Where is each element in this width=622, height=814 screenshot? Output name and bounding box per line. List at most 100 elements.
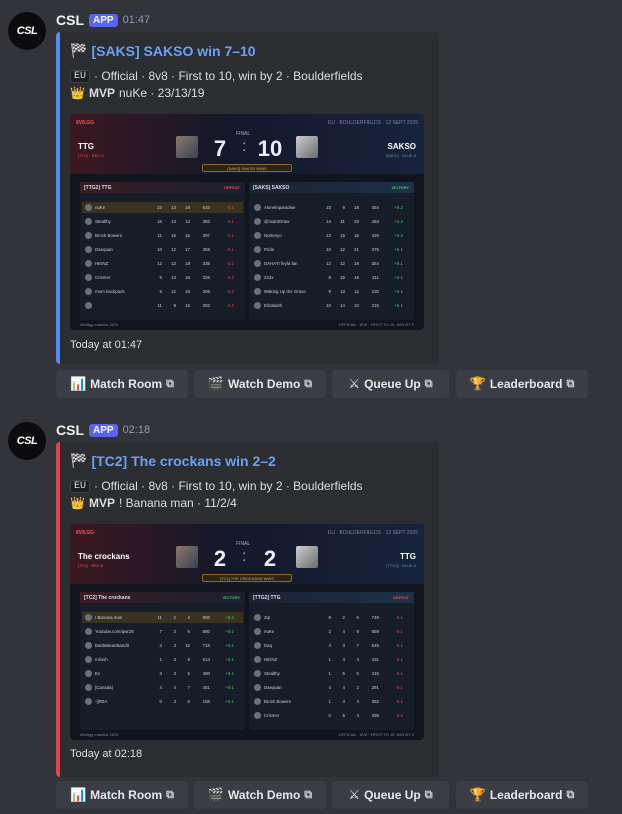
player-row[interactable]: @mak3Draw 14 11 23 484 +0.2	[251, 216, 412, 227]
right-result-badge: DEFEAT	[393, 595, 409, 600]
player-avatar	[254, 698, 261, 705]
bar-chart-icon: 📊	[69, 787, 87, 802]
player-row[interactable]: [Canada] 4 4 7 451 +0.1	[82, 682, 243, 693]
right-team-table: [SAKS] SAKSO VICTORY Alonelnparadise 23 9 18 4…	[249, 182, 414, 320]
player-row[interactable]: HEINZ 1 4 4 431 -0.1	[251, 654, 412, 665]
player-row[interactable]: mom backpack 9 12 18 306 -0.2	[82, 286, 243, 297]
embed-title[interactable]: 🏁 [SAKS] SAKSO win 7–10	[70, 42, 256, 59]
player-stat: 326	[202, 275, 210, 280]
player-avatar	[85, 218, 92, 225]
player-stat: 295	[371, 713, 379, 718]
match-room-button[interactable]: 📊 Match Room ⧉	[56, 370, 188, 398]
queue-up-button[interactable]: ⚔ Queue Up ⧉	[332, 781, 449, 809]
player-row[interactable]: Waking Up the Grave 9 13 12 230 +0.1	[251, 286, 412, 297]
player-row[interactable]: DAHAT! feyla fan 12 12 19 364 +0.1	[251, 258, 412, 269]
player-stat: 12	[171, 247, 176, 252]
player-name: Daequan	[95, 247, 113, 252]
player-row[interactable]: 11 9 16 292 -0.2	[82, 300, 243, 311]
player-stat: 1	[159, 657, 162, 662]
player-stat: 4	[356, 657, 359, 662]
author-name[interactable]: CSL	[56, 422, 84, 438]
player-row[interactable]: Stealthy 16 13 13 382 -0.1	[82, 216, 243, 227]
csl-logo-icon: CSL	[16, 25, 38, 37]
player-stat: 7	[187, 685, 190, 690]
score-left: 2	[213, 546, 227, 571]
player-row[interactable]: Brock Bowers 11 15 15 397 -0.1	[82, 230, 243, 241]
player-stat: 9	[328, 289, 331, 294]
scoreboard-image[interactable]: 8V8.GG EU · BOULDERFIELDS · 12 SEPT 2025 F…	[70, 524, 424, 740]
player-row[interactable]: Brock Bowers 1 4 4 352 -0.1	[251, 696, 412, 707]
player-stat: 4	[342, 629, 345, 634]
left-team-table: [TTG2] TTG DEFEAT nuKe 23 13 19 633 -0.1 Stealth…	[80, 182, 245, 320]
player-stat: 5	[342, 713, 345, 718]
player-row[interactable]: Pride 10 12 21 375 +0.1	[251, 244, 412, 255]
player-avatar	[254, 628, 261, 635]
player-row[interactable]: HEINZ 12 13 18 335 -0.2	[82, 258, 243, 269]
player-row[interactable]: Crismer 0 5 4 295 -0.2	[251, 710, 412, 721]
queue-up-button[interactable]: ⚔ Queue Up ⧉	[332, 370, 449, 398]
match-room-button[interactable]: 📊 Match Room ⧉	[56, 781, 188, 809]
match-room-label: Match Room	[90, 788, 163, 802]
player-stat: 4	[356, 713, 359, 718]
player-stat: 880	[202, 629, 210, 634]
player-stat: 352	[371, 699, 379, 704]
player-stat: 12	[171, 289, 176, 294]
left-result-badge: DEFEAT	[224, 185, 240, 190]
player-row[interactable]: Daq 4 3 7 545 -0.1	[251, 640, 412, 651]
player-stat: 15	[171, 233, 176, 238]
watch-demo-label: Watch Demo	[228, 788, 301, 802]
player-row[interactable]: -||R0A 0 3 5 158 +0.1	[82, 696, 243, 707]
scoreboard-image[interactable]: 8V8.GG EU · BOULDERFIELDS · 12 SEPT 2025 F…	[70, 114, 424, 330]
external-link-icon: ⧉	[304, 788, 313, 801]
player-row[interactable]: nuKe 2 4 9 659 -0.1	[251, 626, 412, 637]
player-stat: +0.2	[225, 629, 234, 634]
player-row[interactable]: nuKe 23 13 19 633 -0.1	[82, 202, 243, 213]
player-row[interactable]: Youtube.com/qwr28 7 3 6 880 +0.2	[82, 626, 243, 637]
player-name: milosh	[95, 657, 108, 662]
player-stat: -0.1	[226, 219, 234, 224]
player-stat: 3	[173, 643, 176, 648]
player-stat: 4	[173, 685, 176, 690]
avatar[interactable]: CSL	[8, 422, 46, 460]
player-row[interactable]: milosh 1 3 8 614 +0.1	[82, 654, 243, 665]
player-row[interactable]: 223x 8 15 18 311 +0.1	[251, 272, 412, 283]
embed-title[interactable]: 🏁 [TC2] The crockans win 2–2	[70, 452, 276, 469]
watch-demo-button[interactable]: 🎬 Watch Demo ⧉	[194, 370, 326, 398]
player-stat: 1	[328, 671, 331, 676]
player-name: Youtube.com/qwr28	[95, 629, 134, 634]
avatar[interactable]: CSL	[8, 12, 46, 50]
player-avatar	[254, 260, 261, 267]
player-row[interactable]: Elizabeth 10 14 10 215 +0.1	[251, 300, 412, 311]
player-row[interactable]: ! Banana man 11 2 4 900 +0.2	[82, 612, 243, 623]
player-stat: 11	[157, 615, 162, 620]
player-name: Brock Bowers	[264, 699, 292, 704]
leaderboard-button[interactable]: 🏆 Leaderboard ⧉	[456, 781, 588, 809]
player-avatar	[254, 204, 261, 211]
player-row[interactable]: Zip 9 2 6 749 -0.1	[251, 612, 412, 623]
player-stat: 10	[326, 303, 331, 308]
author-name[interactable]: CSL	[56, 12, 84, 28]
embed-footer: Today at 01:47	[70, 339, 143, 351]
mvp-label: MVP	[88, 86, 115, 100]
player-row[interactable]: Crismer 9 13 18 326 -0.2	[82, 272, 243, 283]
player-row[interactable]: Daequan 4 4 2 291 -0.1	[251, 682, 412, 693]
player-stat: 5	[356, 671, 359, 676]
player-stat: 9	[173, 303, 176, 308]
player-row[interactable]: Nortenyo 13 15 15 429 +0.2	[251, 230, 412, 241]
player-stat: 415	[371, 671, 379, 676]
player-row[interactable]: BattleBeanBandit 4 3 12 718 +0.1	[82, 640, 243, 651]
player-row[interactable]: Daequan 10 12 17 359 -0.1	[82, 244, 243, 255]
player-name: Daq	[264, 643, 273, 648]
player-row[interactable]: Ev 3 3 5 480 +0.1	[82, 668, 243, 679]
player-stat: 451	[202, 685, 210, 690]
player-stat: 14	[340, 303, 345, 308]
player-stat: +0.1	[394, 261, 403, 266]
left-team-logo	[176, 546, 198, 568]
right-result-badge: VICTORY	[391, 185, 409, 190]
leaderboard-label: Leaderboard	[489, 788, 563, 802]
player-stat: 718	[202, 643, 210, 648]
leaderboard-button[interactable]: 🏆 Leaderboard ⧉	[456, 370, 588, 398]
player-row[interactable]: Alonelnparadise 23 9 18 454 +0.2	[251, 202, 412, 213]
player-row[interactable]: Stealthy 1 5 5 415 -0.1	[251, 668, 412, 679]
watch-demo-button[interactable]: 🎬 Watch Demo ⧉	[194, 781, 326, 809]
